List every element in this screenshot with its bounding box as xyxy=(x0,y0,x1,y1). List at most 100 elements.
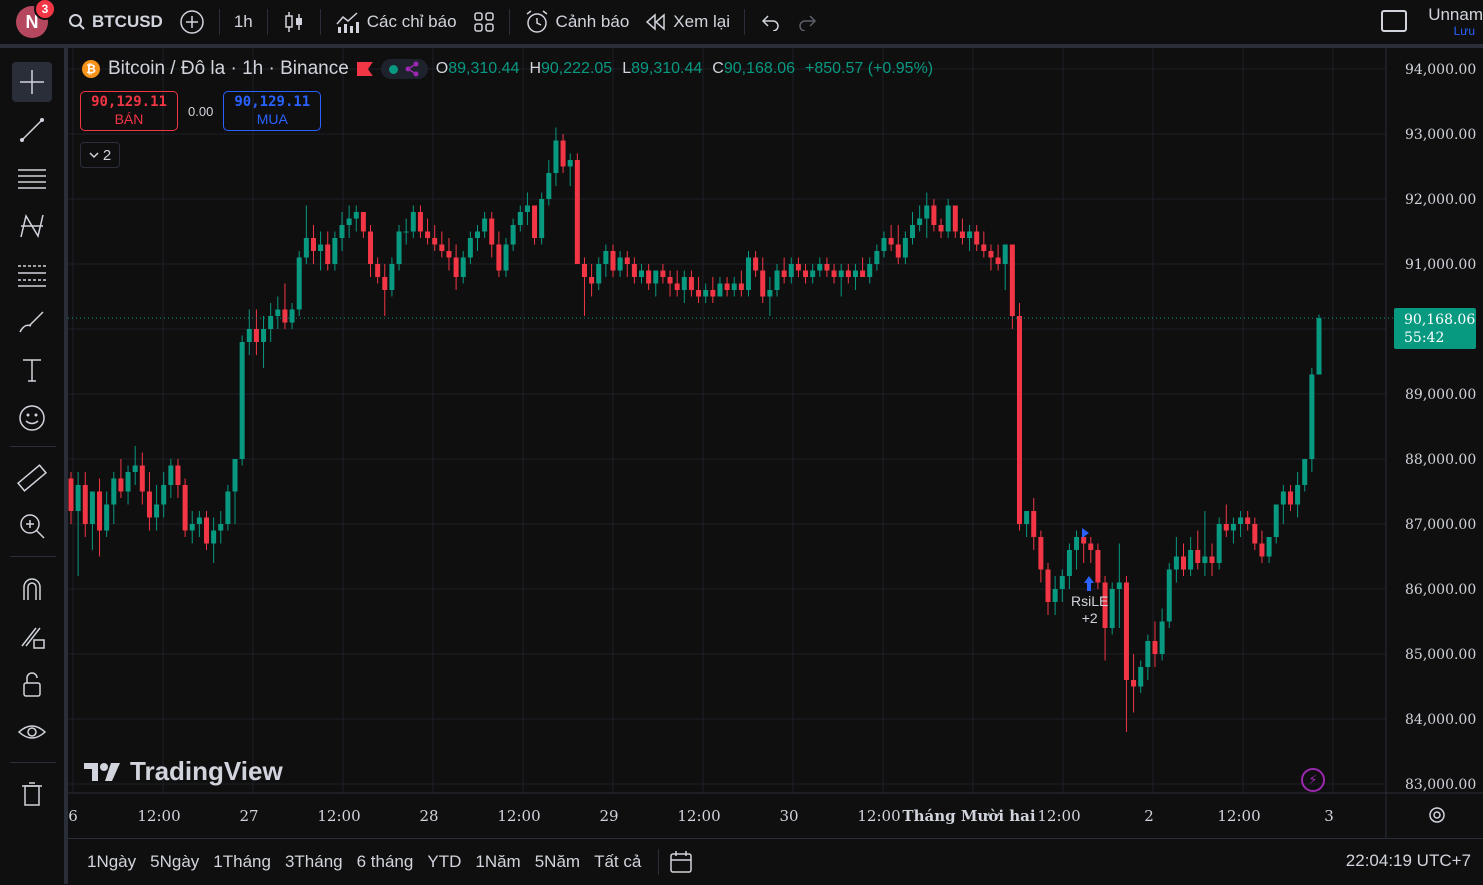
strategy-name: RsiLE xyxy=(1071,593,1109,609)
candle-body xyxy=(1159,621,1165,654)
candle-body xyxy=(253,329,259,342)
candle-body xyxy=(1123,582,1129,680)
measure-tool[interactable] xyxy=(12,458,52,498)
crosshair-tool[interactable] xyxy=(12,62,52,102)
layout-name[interactable]: Unnam xyxy=(1428,5,1483,25)
range-1m-button[interactable]: 1Tháng xyxy=(206,852,278,872)
user-avatar[interactable]: N 3 xyxy=(16,0,56,38)
buy-button[interactable]: 90,129.11 MUA xyxy=(223,91,322,131)
text-tool[interactable] xyxy=(12,350,52,390)
candle-body xyxy=(289,309,295,323)
candle-body xyxy=(168,465,174,485)
candle-body xyxy=(232,459,238,492)
tradingview-watermark[interactable]: TradingView xyxy=(84,756,283,787)
candle-body xyxy=(781,270,787,277)
pattern-icon xyxy=(20,214,44,238)
signal-marker[interactable] xyxy=(1082,528,1089,538)
legend-title[interactable]: Bitcoin / Đô la · 1h · Binance xyxy=(108,58,349,80)
time-tick: 28 xyxy=(419,807,439,825)
crosshair-icon xyxy=(20,70,44,94)
replay-label: Xem lại xyxy=(673,12,730,31)
replay-button[interactable]: Xem lại xyxy=(637,0,738,44)
interval-button[interactable]: 1h xyxy=(226,0,261,44)
templates-button[interactable] xyxy=(465,0,503,44)
compare-symbol-button[interactable] xyxy=(171,0,213,44)
lightning-icon[interactable]: ⚡ xyxy=(1301,768,1325,792)
range-1d-button[interactable]: 1Ngày xyxy=(80,852,143,872)
emoji-tool[interactable] xyxy=(12,398,52,438)
stay-drawing-tool[interactable] xyxy=(12,616,52,656)
price-tick: 87,000.00 xyxy=(1405,517,1477,533)
candle-body xyxy=(924,205,930,219)
pencil-lock-icon xyxy=(21,627,45,649)
time-tick: 27 xyxy=(239,807,259,825)
time-tick: 12:00 xyxy=(317,807,361,825)
indicators-button[interactable]: Các chỉ báo xyxy=(327,0,465,44)
sell-button[interactable]: 90,129.11 BÁN xyxy=(80,91,178,131)
candle-body xyxy=(1316,318,1322,375)
range-ytd-button[interactable]: YTD xyxy=(420,852,468,872)
range-3m-button[interactable]: 3Tháng xyxy=(278,852,350,872)
gear-icon[interactable] xyxy=(1426,804,1448,826)
grid-icon xyxy=(473,12,494,32)
candle-body xyxy=(1287,491,1293,505)
horizontal-lines-tool[interactable] xyxy=(12,158,52,198)
chart-type-button[interactable] xyxy=(274,0,314,44)
pattern-tool[interactable] xyxy=(12,206,52,246)
indicators-collapse-button[interactable]: 2 xyxy=(80,142,120,168)
hide-drawings-tool[interactable] xyxy=(12,712,52,752)
candle-body xyxy=(246,329,252,342)
magnet-tool[interactable] xyxy=(12,568,52,608)
candle-body xyxy=(838,270,844,277)
candle-body xyxy=(831,270,837,277)
brush-tool[interactable] xyxy=(12,302,52,342)
timezone-clock[interactable]: 22:04:19 UTC+7 xyxy=(1346,851,1471,871)
price-tick: 88,000.00 xyxy=(1405,452,1477,468)
candle-body xyxy=(1238,517,1244,524)
candle-body xyxy=(546,173,552,199)
trend-line-tool[interactable] xyxy=(12,110,52,150)
redo-button[interactable] xyxy=(789,0,827,44)
candle-body xyxy=(731,283,737,290)
fib-tool[interactable] xyxy=(12,254,52,294)
flag-icon[interactable] xyxy=(356,62,373,76)
alerts-button[interactable]: Cảnh báo xyxy=(516,0,638,44)
series-legend: ₿ Bitcoin / Đô la · 1h · Binance O89,310… xyxy=(82,58,933,80)
symbol-search-button[interactable]: BTCUSD xyxy=(60,0,171,44)
candle-body xyxy=(239,342,245,459)
undo-button[interactable] xyxy=(751,0,789,44)
candle-body xyxy=(1188,550,1194,570)
strategy-signal-label[interactable]: RsiLE +2 xyxy=(1071,593,1108,627)
range-all-button[interactable]: Tất cả xyxy=(587,852,648,872)
divider xyxy=(10,556,56,557)
market-status-pill[interactable] xyxy=(380,59,428,79)
bottom-toolbar: 1Ngày 5Ngày 1Tháng 3Tháng 6 tháng YTD 1N… xyxy=(68,838,1483,885)
candle-body xyxy=(824,264,830,271)
calendar-icon[interactable] xyxy=(669,850,695,874)
candlestick-chart[interactable] xyxy=(68,48,1483,838)
zoom-in-icon xyxy=(20,514,45,539)
chart-pane[interactable]: ₿ Bitcoin / Đô la · 1h · Binance O89,310… xyxy=(68,48,1483,838)
save-label[interactable]: Lưu xyxy=(1454,24,1475,38)
candle-body xyxy=(1202,556,1208,563)
change-value: +850.57 (+0.95%) xyxy=(805,60,934,77)
lock-drawings-tool[interactable] xyxy=(12,664,52,704)
layout-icon[interactable] xyxy=(1381,10,1407,32)
candle-body xyxy=(1066,550,1072,576)
candle-body xyxy=(1081,537,1087,544)
range-5d-button[interactable]: 5Ngày xyxy=(143,852,206,872)
range-1y-button[interactable]: 1Năm xyxy=(468,852,527,872)
price-tick: 85,000.00 xyxy=(1405,647,1477,663)
candle-body xyxy=(118,478,124,492)
remove-drawings-tool[interactable] xyxy=(12,774,52,814)
notification-badge: 3 xyxy=(34,0,56,20)
candle-body xyxy=(1095,550,1101,583)
range-5y-button[interactable]: 5Năm xyxy=(528,852,587,872)
ohlc-values: O89,310.44 H90,222.05 L89,310.44 C90,168… xyxy=(436,60,933,78)
candle-body xyxy=(703,290,709,297)
zoom-tool[interactable] xyxy=(12,506,52,546)
candle-body xyxy=(1280,491,1286,505)
candle-body xyxy=(795,264,801,271)
range-6m-button[interactable]: 6 tháng xyxy=(350,852,421,872)
symbol-name: BTCUSD xyxy=(92,12,163,31)
